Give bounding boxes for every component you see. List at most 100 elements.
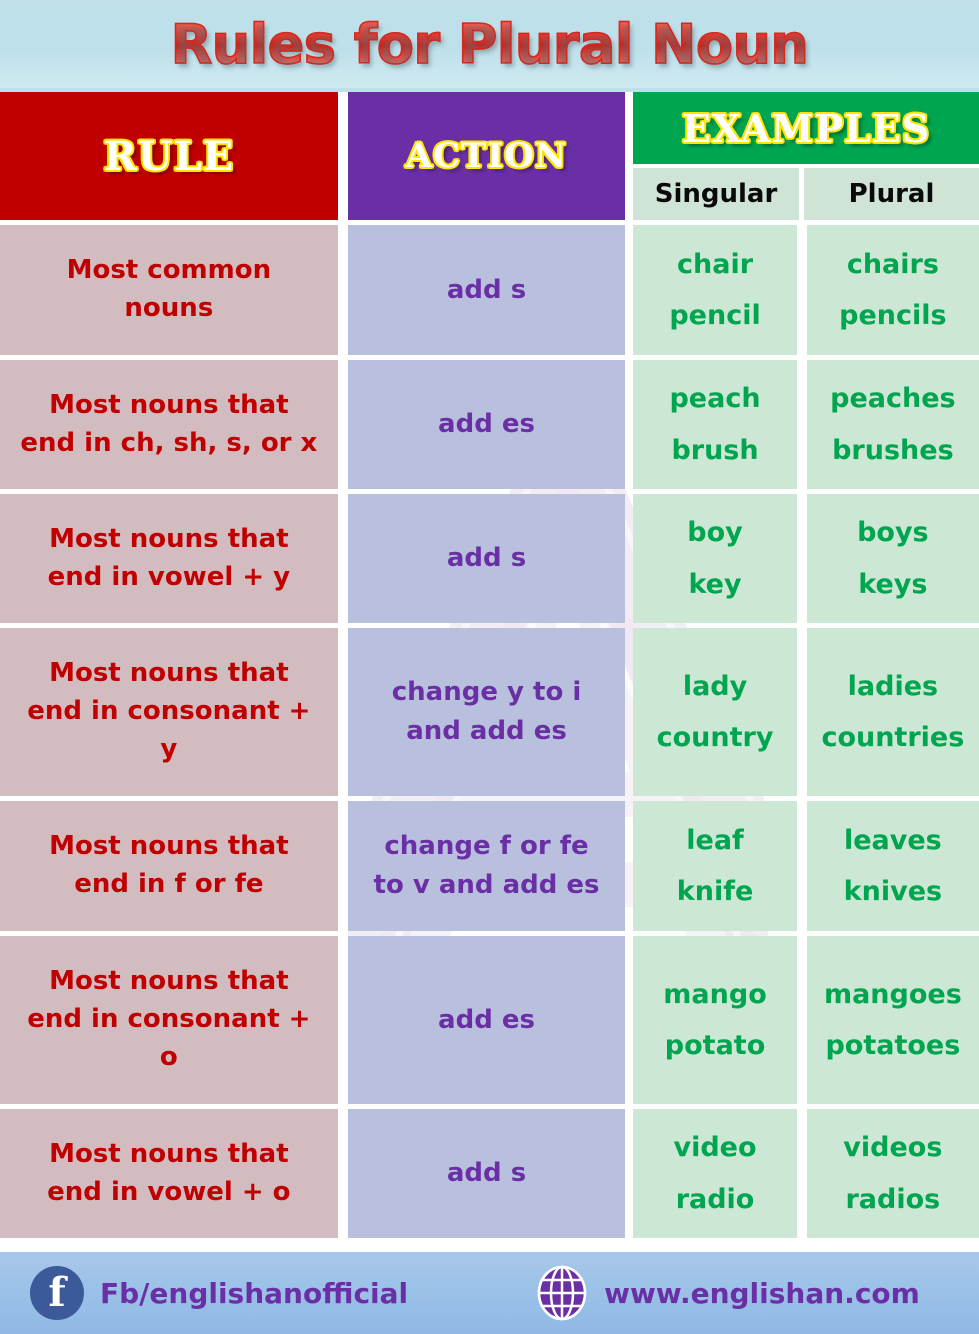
- cell-plural-line: knives: [843, 876, 943, 907]
- cell-action-line: and add es: [406, 716, 567, 746]
- cell-singular-line: radio: [675, 1183, 755, 1215]
- cell-plural-line: keys: [858, 568, 928, 600]
- cell-rule-line: end in vowel + y: [47, 561, 291, 592]
- cell-rule-line: y: [160, 733, 178, 764]
- cell-singular: peach brush: [633, 360, 797, 489]
- cell-rule-line: end in consonant +: [27, 1004, 311, 1035]
- cell-plural-line: ladies: [847, 670, 939, 702]
- cell-action: add es: [347, 936, 626, 1104]
- cell-plural-line: radios: [845, 1183, 941, 1215]
- cell-singular-line: boy: [687, 517, 743, 549]
- cell-singular-line: leaf: [686, 824, 744, 856]
- cell-plural-line: videos: [843, 1132, 943, 1164]
- cell-rule-line: Most nouns that: [49, 831, 289, 862]
- cell-plural-line: leaves: [843, 824, 942, 856]
- cell-action-line: change y to i: [391, 677, 582, 707]
- cell-rule: Most nouns that end in ch, sh, s, or x: [0, 360, 338, 489]
- page-title: Rules for Plural Noun: [170, 12, 810, 77]
- cell-singular: mango potato: [633, 936, 797, 1104]
- cell-singular-line: peach: [669, 383, 761, 415]
- cell-rule-line: Most common: [66, 255, 272, 286]
- cell-action-line: add s: [446, 543, 527, 573]
- table-row: Most common nouns add s chair pencil chairs pe…: [0, 225, 979, 355]
- cell-action-line: to v and add es: [373, 870, 600, 900]
- rules-table: RULE ACTION EXAMPLES Singular Plural Mos…: [0, 92, 979, 1252]
- cell-plural-line: mangoes: [823, 978, 962, 1010]
- cell-rule: Most common nouns: [0, 225, 338, 355]
- cell-plural: mangoes potatoes: [806, 936, 979, 1104]
- cell-rule-line: Most nouns that: [49, 1138, 289, 1169]
- header-cell-singular: Singular: [633, 168, 799, 220]
- cell-rule-line: Most nouns that: [49, 523, 289, 554]
- header-examples-label: EXAMPLES: [681, 105, 931, 151]
- cell-action-line: add es: [438, 1004, 535, 1035]
- cell-rule: Most nouns that end in consonant + y: [0, 628, 338, 796]
- table-row: Most nouns that end in f or fe change f or…: [0, 801, 979, 931]
- cell-singular-line: mango: [663, 978, 767, 1010]
- cell-action: change f or fe to v and add es: [347, 801, 626, 931]
- cell-plural: ladies countries: [806, 628, 979, 796]
- cell-rule-line: end in vowel + o: [47, 1176, 291, 1207]
- website-label: www.englishan.com: [604, 1276, 920, 1310]
- table-row: Most nouns that end in vowel + y add s boy k…: [0, 494, 979, 623]
- cell-plural-line: boys: [857, 517, 929, 549]
- facebook-glyph: f: [48, 1269, 66, 1316]
- cell-plural-line: peaches: [830, 383, 956, 415]
- header-cell-examples: EXAMPLES: [633, 92, 979, 164]
- cell-rule-line: end in consonant +: [27, 696, 311, 727]
- header-subrow: Singular Plural: [633, 168, 979, 220]
- facebook-link[interactable]: f Fb/englishanofficial: [30, 1266, 408, 1320]
- cell-plural-line: countries: [821, 722, 965, 753]
- header-action-label: ACTION: [405, 136, 567, 176]
- cell-action: add s: [347, 225, 626, 355]
- cell-action: add es: [347, 360, 626, 489]
- table-header-row: RULE ACTION EXAMPLES Singular Plural: [0, 92, 979, 225]
- cell-action: add s: [347, 494, 626, 623]
- title-bar: Rules for Plural Noun: [0, 0, 979, 88]
- cell-singular: leaf knife: [633, 801, 797, 931]
- cell-singular-line: potato: [664, 1030, 766, 1061]
- cell-plural: leaves knives: [806, 801, 979, 931]
- header-cell-rule: RULE: [0, 92, 338, 220]
- table-row: Most nouns that end in consonant + y change…: [0, 628, 979, 796]
- table-row: Most nouns that end in consonant + o add es…: [0, 936, 979, 1104]
- cell-rule-line: Most nouns that: [49, 389, 289, 420]
- header-cell-plural: Plural: [804, 168, 979, 220]
- cell-rule: Most nouns that end in vowel + o: [0, 1109, 338, 1238]
- cell-action: change y to i and add es: [347, 628, 626, 796]
- website-link[interactable]: www.englishan.com: [536, 1265, 920, 1321]
- facebook-icon: f: [30, 1266, 84, 1320]
- cell-singular-line: chair: [677, 248, 754, 280]
- cell-singular: chair pencil: [633, 225, 797, 355]
- cell-rule-line: end in f or fe: [74, 869, 264, 899]
- cell-singular-line: brush: [671, 434, 759, 466]
- cell-singular-line: lady: [682, 670, 748, 702]
- infographic-page: Rules for Plural Noun RULE ACTION EXAMPL…: [0, 0, 979, 1334]
- cell-plural-line: potatoes: [825, 1030, 961, 1061]
- globe-icon: [536, 1265, 588, 1321]
- cell-plural: boys keys: [806, 494, 979, 623]
- cell-rule-line: Most nouns that: [49, 658, 289, 689]
- cell-singular-line: pencil: [669, 300, 761, 331]
- table-row: Most nouns that end in ch, sh, s, or x add…: [0, 360, 979, 489]
- cell-plural-line: pencils: [839, 300, 947, 331]
- cell-rule: Most nouns that end in consonant + o: [0, 936, 338, 1104]
- cell-singular-line: key: [688, 568, 742, 600]
- cell-rule-line: end in ch, sh, s, or x: [20, 427, 318, 458]
- cell-plural: videos radios: [806, 1109, 979, 1238]
- cell-rule-line: nouns: [124, 293, 214, 323]
- cell-plural-line: chairs: [846, 248, 939, 280]
- cell-singular: lady country: [633, 628, 797, 796]
- table-row: Most nouns that end in vowel + o add s vide…: [0, 1109, 979, 1238]
- cell-action: add s: [347, 1109, 626, 1238]
- cell-action-line: add es: [438, 409, 535, 439]
- cell-rule-line: Most nouns that: [49, 966, 289, 997]
- cell-plural-line: brushes: [832, 434, 954, 466]
- header-cell-examples-group: EXAMPLES Singular Plural: [633, 92, 979, 220]
- cell-singular: video radio: [633, 1109, 797, 1238]
- cell-singular: boy key: [633, 494, 797, 623]
- cell-rule-line: o: [159, 1041, 178, 1072]
- table-body: Most common nouns add s chair pencil chairs pe…: [0, 225, 979, 1238]
- cell-singular-line: video: [673, 1132, 757, 1164]
- cell-rule: Most nouns that end in vowel + y: [0, 494, 338, 623]
